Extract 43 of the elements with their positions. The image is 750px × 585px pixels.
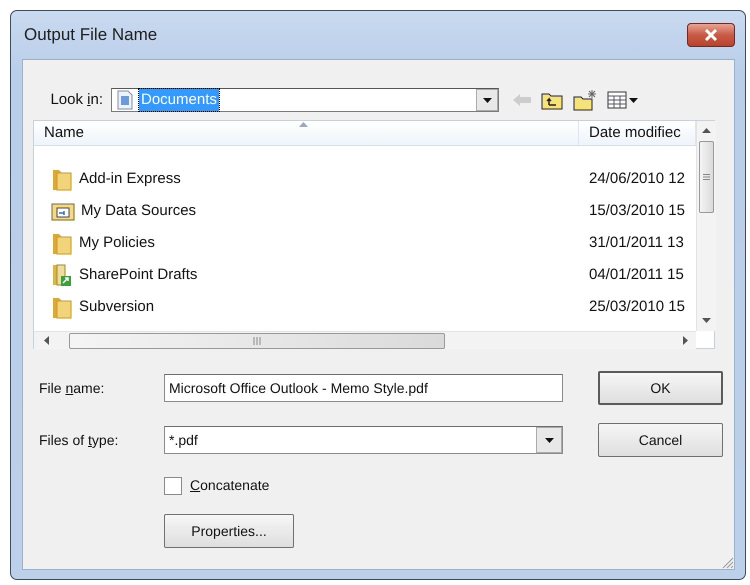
file-type-dropdown[interactable]: *.pdf xyxy=(164,426,563,454)
grip-icon xyxy=(253,336,261,344)
sort-arrow-icon xyxy=(299,122,308,127)
horizontal-scrollbar[interactable] xyxy=(34,331,696,349)
date-cell-text: 15/03/2010 15 xyxy=(588,200,685,221)
file-name-field[interactable]: Microsoft Office Outlook - Memo Style.pdf xyxy=(164,374,563,402)
file-type-label: Files of type: xyxy=(39,430,120,450)
caret-icon xyxy=(482,98,492,102)
folder-icon xyxy=(51,231,73,255)
look-in-label: Look in: xyxy=(49,90,103,110)
sharepoint-folder-icon xyxy=(51,263,73,287)
new-folder-icon[interactable] xyxy=(573,89,597,111)
file-name[interactable]: SharePoint Drafts xyxy=(79,264,198,286)
date-cell-text: 04/01/2011 15 xyxy=(588,264,684,285)
file-name-label: File name: xyxy=(39,378,106,398)
window-title: Output File Name xyxy=(24,24,158,46)
document-icon xyxy=(116,90,134,110)
scroll-left-icon xyxy=(44,336,49,345)
scroll-right-icon xyxy=(683,336,688,345)
folder-icon xyxy=(51,295,73,319)
close-button[interactable] xyxy=(687,23,735,47)
folder-icon xyxy=(51,167,73,191)
grip-icon xyxy=(703,174,710,180)
scroll-down-icon xyxy=(702,318,711,323)
file-name[interactable]: Subversion xyxy=(79,296,154,318)
resize-grip-icon xyxy=(720,555,734,569)
vertical-scrollbar[interactable] xyxy=(696,121,716,331)
file-name[interactable]: My Policies xyxy=(79,232,155,254)
date-cell-text: 24/06/2010 12 xyxy=(588,168,685,189)
view-menu-icon[interactable] xyxy=(607,91,639,109)
dialog-button[interactable]: OK xyxy=(598,371,723,405)
file-name[interactable]: My Data Sources xyxy=(81,200,196,222)
date-cell-text: 31/01/2011 13 xyxy=(588,232,684,253)
close-icon xyxy=(704,29,718,41)
date-cell-text: 25/03/2010 15 xyxy=(588,296,685,317)
dialog-button[interactable]: Cancel xyxy=(598,423,723,457)
file-name[interactable]: Add-in Express xyxy=(79,168,181,190)
checkbox-label[interactable]: Concatenate xyxy=(190,475,270,496)
caret-icon xyxy=(544,438,554,442)
dialog-button[interactable]: Properties... xyxy=(164,514,294,548)
scroll-up-icon xyxy=(702,128,711,133)
checkbox[interactable] xyxy=(164,476,182,494)
column-header[interactable]: Name xyxy=(34,121,579,145)
